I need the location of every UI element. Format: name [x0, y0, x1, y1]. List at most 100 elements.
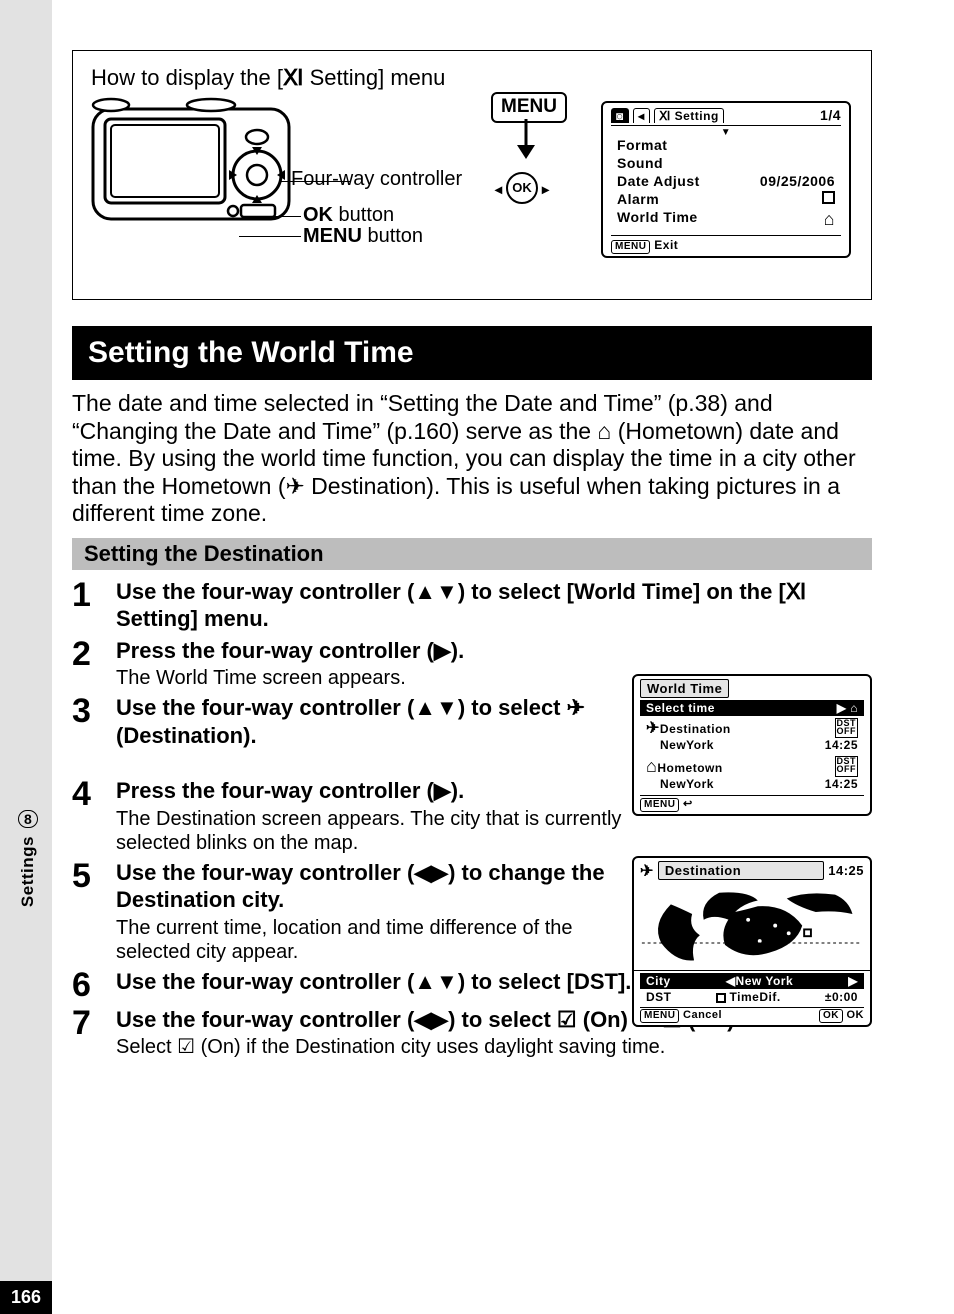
wt-dest-time: 14:25	[825, 738, 858, 752]
step-desc: Select ☑ (On) if the Destination city us…	[116, 1035, 872, 1059]
menu-chip: MENU	[640, 1009, 679, 1023]
tab-arrow-icon: ◂	[633, 108, 650, 123]
ok-button-label: OK	[506, 172, 538, 204]
step-number: 4	[72, 777, 116, 811]
menu-label: Format	[617, 137, 667, 153]
menu-label: Sound	[617, 155, 663, 171]
dst-off-chip: DSTOFF	[835, 718, 859, 738]
home-icon: ⌂	[824, 209, 835, 230]
dest-city-value: ◀New York	[726, 974, 793, 988]
howto-diagram: Four-way controller OK button MENU butto…	[91, 91, 851, 281]
dest-city-row: City ◀New York ▶	[640, 973, 864, 989]
right-arrow-icon: ▶	[848, 974, 858, 988]
label-menu-bold: MENU	[303, 225, 362, 247]
dest-dst-value: TimeDif.	[716, 990, 781, 1004]
plane-icon: ✈	[640, 861, 654, 881]
dest-dst-row: DST TimeDif. ±0:00	[640, 989, 864, 1005]
page-indicator: 1/4	[820, 107, 841, 123]
intro-paragraph: The date and time selected in “Setting t…	[72, 390, 872, 528]
steps-list: World Time Select time ▶ ⌂ ✈Destination …	[72, 578, 872, 1060]
lead-line	[239, 236, 301, 237]
step-title: Press the four-way controller (▶).	[116, 637, 636, 665]
section-heading: Setting the World Time	[72, 326, 872, 380]
tab-setting: Ⅺ Setting	[654, 108, 724, 123]
menu-list: ▼ Format Sound Date Adjust09/25/2006 Ala…	[611, 125, 841, 231]
step-title: Press the four-way controller (▶).	[116, 777, 636, 805]
page-number: 166	[0, 1281, 52, 1314]
menu-item-alarm: Alarm	[611, 190, 841, 208]
menu-item-sound: Sound	[611, 154, 841, 172]
howto-box: How to display the [Ⅺ Setting] menu	[72, 50, 872, 300]
dest-footer: MENU Cancel OK OK	[640, 1007, 864, 1023]
chapter-tab: 8 Settings	[18, 810, 38, 907]
menu-label: Alarm	[617, 191, 659, 207]
wt-select-time-value: ▶ ⌂	[837, 701, 858, 715]
menu-label: Date Adjust	[617, 173, 700, 189]
camera-illustration	[91, 97, 291, 232]
howto-title: How to display the [Ⅺ Setting] menu	[91, 65, 853, 91]
label-ok-suffix: button	[333, 204, 394, 226]
dest-cancel: MENU Cancel	[640, 1009, 722, 1023]
menu-chip: MENU	[611, 240, 650, 254]
wt-home-city: NewYork	[646, 777, 714, 791]
dest-dst-label: DST	[646, 990, 672, 1004]
wt-select-time-label: Select time	[646, 701, 715, 715]
step-number: 5	[72, 859, 116, 893]
dest-city-name: New York	[736, 974, 794, 988]
checkbox-off-icon	[822, 191, 835, 204]
dest-header: ✈ Destination 14:25	[640, 861, 864, 881]
step-number: 6	[72, 968, 116, 1002]
wt-home-text: Hometown	[657, 761, 722, 775]
subsection-heading: Setting the Destination	[72, 538, 872, 570]
howto-title-suffix: Setting] menu	[304, 65, 446, 90]
wt-dest-text: Destination	[660, 722, 731, 736]
setting-screen-sim: ◙ ◂ Ⅺ Setting 1/4 ▼ Format Sound Date Ad…	[601, 101, 851, 258]
footer-exit-label: Exit	[654, 238, 678, 252]
dest-timedif-value: ±0:00	[825, 990, 858, 1004]
dest-title-time: 14:25	[828, 863, 864, 878]
wt-home-time: 14:25	[825, 777, 858, 791]
menu-value: 09/25/2006	[760, 173, 835, 189]
lead-line	[265, 216, 301, 217]
dest-cancel-label: Cancel	[683, 1009, 722, 1021]
step1-text-b: Setting] menu.	[116, 606, 269, 631]
dest-timedif-label: TimeDif.	[730, 990, 781, 1004]
wt-hometown-block: ⌂Hometown DSTOFF NewYork 14:25	[640, 754, 864, 793]
label-ok-bold: OK	[303, 204, 333, 226]
ok-chip: OK	[819, 1009, 843, 1023]
menu-item-world-time: World Time ⌂	[611, 208, 841, 231]
label-menu: MENU button	[303, 225, 423, 248]
step-title: Use the four-way controller (▲▼) to sele…	[116, 694, 636, 749]
tools-icon: Ⅺ	[283, 65, 304, 91]
screen-footer: MENU Exit	[611, 235, 841, 254]
arrow-down-icon	[491, 113, 561, 169]
wt-destination-label: ✈Destination	[646, 718, 731, 738]
step-desc: The World Time screen appears.	[116, 666, 636, 690]
step-1: 1 Use the four-way controller (▲▼) to se…	[72, 578, 872, 633]
wt-dest-city: NewYork	[646, 738, 714, 752]
ok-button-graphic: OK	[506, 171, 538, 204]
step-title: Use the four-way controller (◀▶) to chan…	[116, 859, 636, 914]
screen-tabs: ◙ ◂ Ⅺ Setting 1/4	[611, 107, 841, 123]
world-time-screen-sim: World Time Select time ▶ ⌂ ✈Destination …	[632, 674, 872, 816]
label-four-way: Four-way controller	[291, 168, 462, 191]
plane-icon: ✈	[646, 720, 660, 737]
wt-hometown-label: ⌂Hometown	[646, 756, 723, 777]
label-ok: OK button	[303, 204, 394, 227]
menu-label: World Time	[617, 209, 698, 230]
step-number: 1	[72, 578, 116, 612]
menu-chip: MENU	[640, 798, 679, 812]
dest-ok: OK OK	[819, 1009, 864, 1023]
step1-text-a: Use the four-way controller (▲▼) to sele…	[116, 579, 786, 604]
dest-city-label: City	[646, 974, 671, 988]
wt-title: World Time	[640, 679, 729, 698]
tools-icon: Ⅺ	[786, 578, 807, 606]
home-icon: ⌂	[646, 756, 657, 776]
checkbox-off-icon	[716, 993, 726, 1003]
step-number: 2	[72, 637, 116, 671]
dst-off-chip: DSTOFF	[835, 756, 859, 777]
dest-map	[634, 883, 870, 971]
dest-title: Destination	[658, 861, 824, 880]
step-number: 7	[72, 1006, 116, 1040]
tab-setting-label: Setting	[675, 109, 719, 123]
